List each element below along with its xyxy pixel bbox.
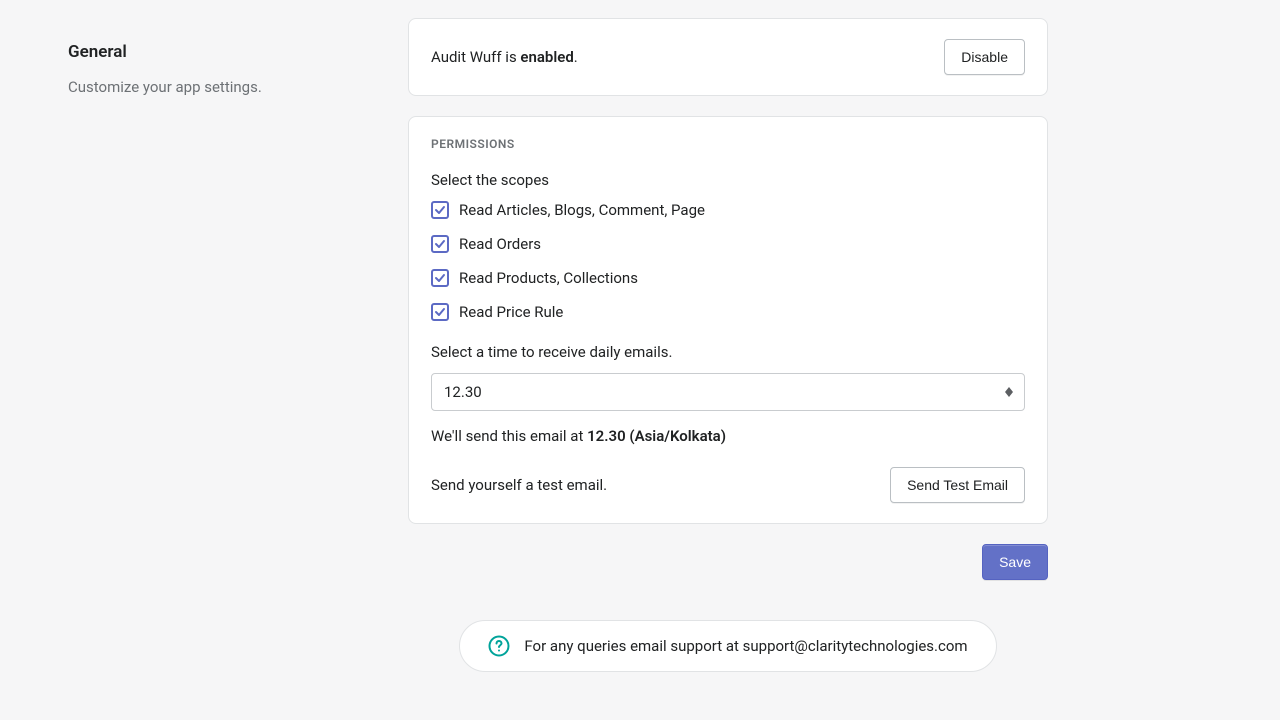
disable-button[interactable]: Disable xyxy=(944,39,1025,75)
test-email-text: Send yourself a test email. xyxy=(431,476,607,494)
time-select-wrapper: 12.30 xyxy=(431,373,1025,411)
permission-label: Read Products, Collections xyxy=(459,269,638,287)
time-label: Select a time to receive daily emails. xyxy=(431,343,1025,361)
permission-item: Read Products, Collections xyxy=(431,269,1025,287)
permissions-header: PERMISSIONS xyxy=(431,137,1025,151)
permission-label: Read Orders xyxy=(459,235,541,253)
checkbox-read-articles[interactable] xyxy=(431,201,449,219)
test-email-row: Send yourself a test email. Send Test Em… xyxy=(431,467,1025,503)
check-icon xyxy=(434,204,446,216)
footer-text: For any queries email support at support… xyxy=(524,637,967,655)
footer-support: For any queries email support at support… xyxy=(459,620,996,672)
checkbox-read-orders[interactable] xyxy=(431,235,449,253)
check-icon xyxy=(434,272,446,284)
time-select[interactable]: 12.30 xyxy=(431,373,1025,411)
main-content: Audit Wuff is enabled. Disable PERMISSIO… xyxy=(408,18,1048,672)
save-button[interactable]: Save xyxy=(982,544,1048,580)
permission-label: Read Articles, Blogs, Comment, Page xyxy=(459,201,705,219)
check-icon xyxy=(434,306,446,318)
checkbox-read-products[interactable] xyxy=(431,269,449,287)
permission-item: Read Articles, Blogs, Comment, Page xyxy=(431,201,1025,219)
sidebar: General Customize your app settings. xyxy=(68,18,388,672)
help-icon xyxy=(488,635,510,657)
checkbox-read-price-rule[interactable] xyxy=(431,303,449,321)
save-row: Save xyxy=(408,544,1048,580)
status-card: Audit Wuff is enabled. Disable xyxy=(408,18,1048,96)
permission-label: Read Price Rule xyxy=(459,303,563,321)
scopes-label: Select the scopes xyxy=(431,171,1025,189)
page-subtitle: Customize your app settings. xyxy=(68,78,388,96)
status-text: Audit Wuff is enabled. xyxy=(431,48,578,66)
page-title: General xyxy=(68,42,388,62)
permissions-card: PERMISSIONS Select the scopes Read Artic… xyxy=(408,116,1048,524)
email-schedule-info: We'll send this email at 12.30 (Asia/Kol… xyxy=(431,427,1025,445)
permission-item: Read Price Rule xyxy=(431,303,1025,321)
check-icon xyxy=(434,238,446,250)
send-test-email-button[interactable]: Send Test Email xyxy=(890,467,1025,503)
permission-item: Read Orders xyxy=(431,235,1025,253)
